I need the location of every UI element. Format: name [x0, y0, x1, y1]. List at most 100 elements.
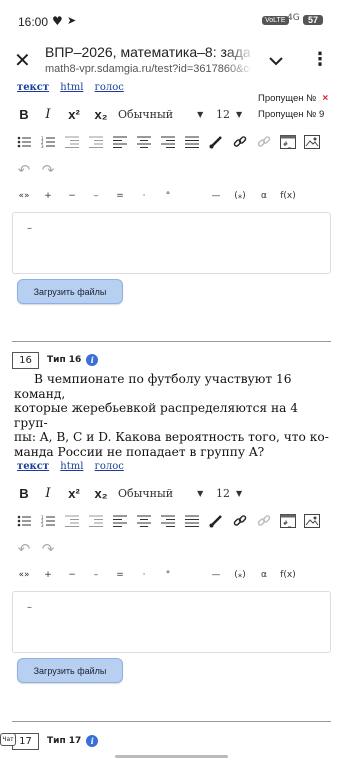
upload-files-button[interactable]: Загрузить файлы: [17, 279, 123, 304]
unlink-icon[interactable]: [252, 131, 276, 153]
symbol-emdash[interactable]: —: [204, 565, 228, 585]
problem-line: пы: A, B, C и D. Какова вероятность того…: [14, 430, 329, 444]
bold-icon[interactable]: B: [12, 103, 36, 125]
indent-icon[interactable]: [60, 131, 84, 153]
answer-content: –: [27, 223, 32, 234]
symbol-equals[interactable]: =: [108, 186, 132, 206]
svg-text:3: 3: [41, 523, 44, 527]
symbol-minus[interactable]: −: [60, 186, 84, 206]
align-left-icon[interactable]: [108, 131, 132, 153]
align-right-icon[interactable]: [156, 131, 180, 153]
undo-icon[interactable]: ↶: [12, 538, 36, 560]
symbol-plus[interactable]: +: [36, 186, 60, 206]
symbol-degree[interactable]: °: [156, 186, 180, 206]
symbol-alpha[interactable]: α: [252, 186, 276, 206]
editor-mode-links: текст html голос: [17, 82, 132, 93]
size-select[interactable]: 12 ▼: [216, 108, 256, 121]
italic-icon[interactable]: I: [36, 482, 60, 504]
answer-text-area[interactable]: –: [12, 591, 331, 653]
formula-icon[interactable]: #_: [276, 131, 300, 153]
url-address[interactable]: math8-vpr.sdamgia.ru/test?id=3617860&co: [45, 63, 250, 75]
skipped-row[interactable]: Пропущен № ×: [258, 90, 343, 106]
align-justify-icon[interactable]: [180, 131, 204, 153]
mode-html-link[interactable]: html: [60, 461, 83, 472]
numbered-list-icon[interactable]: 123: [36, 131, 60, 153]
problem-text: В чемпионате по футболу участвуют 16 ком…: [14, 372, 332, 459]
symbol-minus[interactable]: −: [60, 565, 84, 585]
svg-text:#_: #_: [283, 520, 292, 527]
superscript-icon[interactable]: x²: [60, 103, 88, 125]
style-select[interactable]: Обычный ▼: [118, 108, 206, 121]
mode-text-link[interactable]: текст: [17, 82, 49, 93]
symbol-dot[interactable]: ·: [132, 565, 156, 585]
redo-icon[interactable]: ↷: [36, 159, 60, 181]
style-select[interactable]: Обычный ▼: [118, 487, 206, 500]
symbol-quotes[interactable]: «»: [12, 565, 36, 585]
subscript-icon[interactable]: x₂: [88, 482, 114, 504]
outdent-icon[interactable]: [84, 131, 108, 153]
outdent-icon[interactable]: [84, 510, 108, 532]
bold-icon[interactable]: B: [12, 482, 36, 504]
size-select[interactable]: 12 ▼: [216, 487, 256, 500]
skipped-row[interactable]: Пропущен № 9: [258, 106, 343, 122]
redo-icon[interactable]: ↷: [36, 538, 60, 560]
link-icon[interactable]: [228, 510, 252, 532]
align-right-icon[interactable]: [156, 510, 180, 532]
task-number: 17: [12, 732, 39, 750]
symbol-star[interactable]: (⁎): [228, 186, 252, 206]
symbol-plus[interactable]: +: [36, 565, 60, 585]
unlink-icon[interactable]: [252, 510, 276, 532]
answer-text-area[interactable]: –: [12, 212, 331, 274]
numbered-list-icon[interactable]: 123: [36, 510, 60, 532]
caret-down-icon: ▼: [197, 488, 204, 498]
formula-icon[interactable]: #_: [276, 510, 300, 532]
gesture-bar: [115, 755, 228, 758]
close-icon[interactable]: ×: [322, 93, 328, 104]
brush-icon[interactable]: [204, 131, 228, 153]
mode-voice-link[interactable]: голос: [95, 461, 124, 472]
more-menu-icon[interactable]: ⋮: [310, 50, 330, 72]
bullet-list-icon[interactable]: [12, 131, 36, 153]
symbol-space[interactable]: [180, 186, 204, 206]
image-icon[interactable]: [300, 131, 324, 153]
symbol-star[interactable]: (⁎): [228, 565, 252, 585]
chevron-down-icon[interactable]: [264, 50, 288, 72]
link-icon[interactable]: [228, 131, 252, 153]
close-icon[interactable]: ✕: [14, 48, 34, 72]
skipped-panel: Пропущен № × Пропущен № 9: [258, 90, 343, 122]
symbol-degree[interactable]: °: [156, 565, 180, 585]
symbol-endash[interactable]: –: [84, 565, 108, 585]
symbol-alpha[interactable]: α: [252, 565, 276, 585]
symbol-function[interactable]: f(x): [276, 565, 300, 585]
symbol-quotes[interactable]: «»: [12, 186, 36, 206]
symbol-function[interactable]: f(x): [276, 186, 300, 206]
mode-html-link[interactable]: html: [60, 82, 83, 93]
superscript-icon[interactable]: x²: [60, 482, 88, 504]
align-center-icon[interactable]: [132, 510, 156, 532]
chat-button[interactable]: Чат: [0, 733, 16, 746]
mode-text-link[interactable]: текст: [17, 461, 49, 472]
caret-down-icon: ▼: [197, 109, 204, 119]
symbol-emdash[interactable]: —: [204, 186, 228, 206]
align-justify-icon[interactable]: [180, 510, 204, 532]
size-select-value: 12: [216, 486, 230, 500]
italic-icon[interactable]: I: [36, 103, 60, 125]
indent-icon[interactable]: [60, 510, 84, 532]
upload-files-button[interactable]: Загрузить файлы: [17, 658, 123, 683]
align-center-icon[interactable]: [132, 131, 156, 153]
answer-content: –: [27, 602, 32, 613]
style-select-value: Обычный: [118, 107, 174, 121]
undo-icon[interactable]: ↶: [12, 159, 36, 181]
image-icon[interactable]: [300, 510, 324, 532]
symbol-dot[interactable]: ·: [132, 186, 156, 206]
subscript-icon[interactable]: x₂: [88, 103, 114, 125]
symbol-endash[interactable]: –: [84, 186, 108, 206]
brush-icon[interactable]: [204, 510, 228, 532]
info-icon[interactable]: i: [86, 354, 99, 366]
symbol-space[interactable]: [180, 565, 204, 585]
mode-voice-link[interactable]: голос: [95, 82, 124, 93]
bullet-list-icon[interactable]: [12, 510, 36, 532]
info-icon[interactable]: i: [86, 735, 99, 747]
symbol-equals[interactable]: =: [108, 565, 132, 585]
align-left-icon[interactable]: [108, 510, 132, 532]
